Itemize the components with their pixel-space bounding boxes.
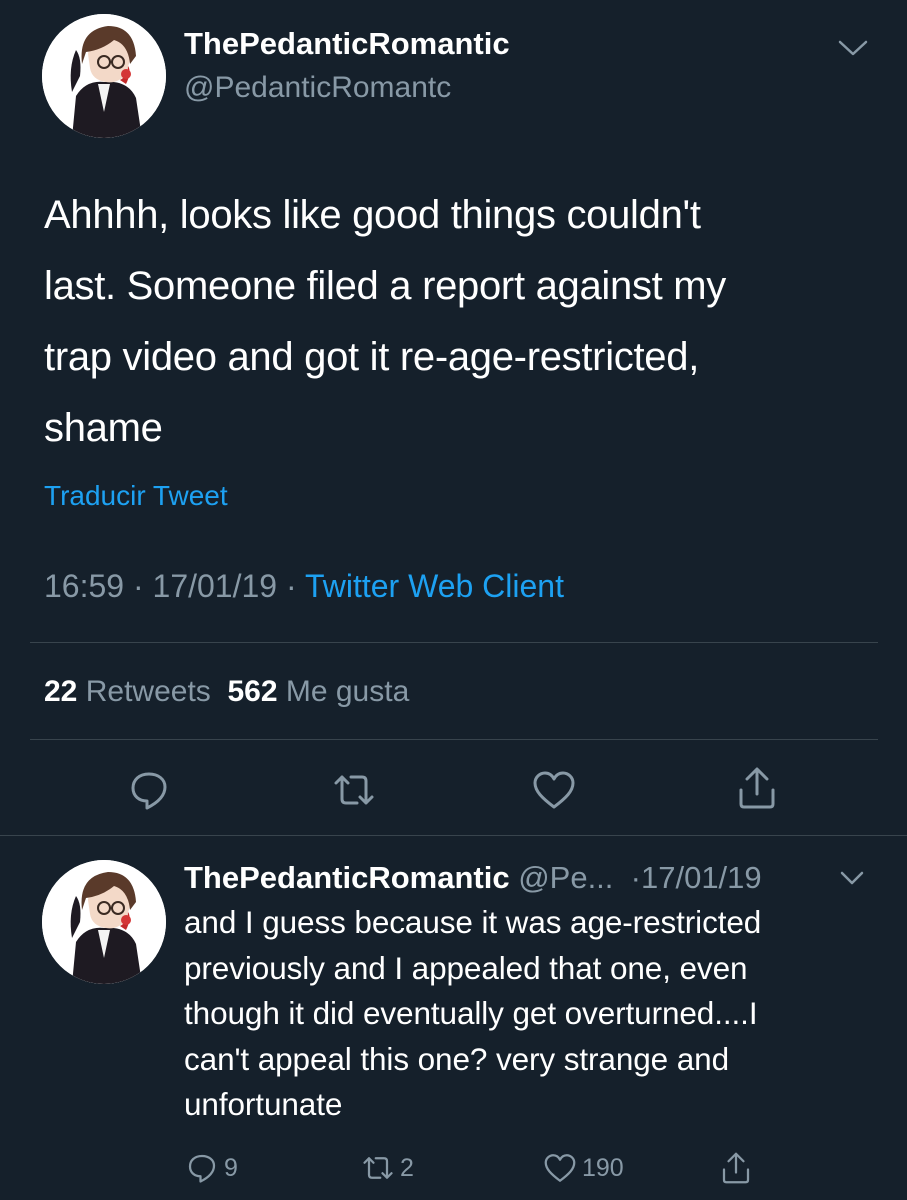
meta-separator: · bbox=[132, 568, 144, 604]
tweet-text-line: Ahhhh, looks like good things couldn't bbox=[44, 193, 701, 237]
reply-icon bbox=[188, 1154, 216, 1183]
author-name[interactable]: ThePedanticRomantic bbox=[184, 24, 510, 64]
reply-text-line: and I guess because it was age-restricte… bbox=[184, 904, 762, 940]
retweets-count: 22 bbox=[44, 675, 78, 708]
divider bbox=[30, 739, 878, 740]
tweet-text: Ahhhh, looks like good things couldn't l… bbox=[44, 180, 874, 464]
reply-text-line: though it did eventually get overturned.… bbox=[184, 995, 758, 1031]
reply-text-line: previously and I appealed that one, even bbox=[184, 949, 748, 986]
divider bbox=[30, 642, 878, 643]
share-icon bbox=[722, 1152, 750, 1184]
retweets-label: Retweets bbox=[85, 675, 211, 708]
tweet-meta: 16:59 · 17/01/19 · Twitter Web Client bbox=[44, 566, 564, 606]
tweet-text-line: shame bbox=[44, 406, 163, 450]
reply-share-button[interactable] bbox=[718, 1148, 754, 1188]
reply-author-handle[interactable]: @Pe... bbox=[518, 860, 613, 895]
reply-like-button[interactable]: 190 bbox=[542, 1148, 624, 1188]
retweet-count: 2 bbox=[400, 1153, 414, 1182]
tweet-client-link[interactable]: Twitter Web Client bbox=[305, 568, 564, 604]
reply-header: ThePedanticRomantic @Pe... ·17/01/19 bbox=[184, 856, 762, 900]
avatar[interactable] bbox=[42, 14, 166, 138]
share-icon[interactable] bbox=[733, 764, 781, 812]
meta-separator: · bbox=[285, 568, 297, 604]
author-handle[interactable]: @PedanticRomantc bbox=[184, 68, 451, 108]
reply-text: and I guess because it was age-restricte… bbox=[184, 900, 874, 1128]
reply-icon[interactable] bbox=[125, 766, 173, 814]
likes-stat[interactable]: 562 Me gusta bbox=[227, 675, 409, 708]
tweet-text-line: trap video and got it re-age-restricted, bbox=[44, 335, 700, 379]
avatar[interactable] bbox=[42, 860, 166, 984]
retweet-icon[interactable] bbox=[330, 766, 378, 814]
reply-count: 9 bbox=[224, 1153, 238, 1182]
tweet-text-line: last. Someone filed a report against my bbox=[44, 264, 726, 308]
chevron-down-icon[interactable] bbox=[836, 36, 870, 60]
tweet-stats: 22 Retweets 562 Me gusta bbox=[44, 672, 409, 712]
translate-tweet-link[interactable]: Traducir Tweet bbox=[44, 476, 228, 516]
retweet-icon bbox=[363, 1157, 393, 1179]
divider bbox=[0, 835, 907, 836]
like-icon bbox=[544, 1154, 576, 1182]
tweet-time: 16:59 bbox=[44, 568, 125, 604]
likes-label: Me gusta bbox=[285, 675, 410, 708]
reply-retweet-button[interactable]: 2 bbox=[360, 1148, 414, 1188]
reply-date[interactable]: ·17/01/19 bbox=[631, 860, 762, 895]
tweet-date: 17/01/19 bbox=[152, 568, 278, 604]
reply-reply-button[interactable]: 9 bbox=[184, 1148, 238, 1188]
reply-text-line: can't appeal this one? very strange and bbox=[184, 1040, 729, 1077]
chevron-down-icon[interactable] bbox=[838, 868, 866, 888]
reply-author-name[interactable]: ThePedanticRomantic bbox=[184, 860, 510, 895]
retweets-stat[interactable]: 22 Retweets bbox=[44, 675, 211, 708]
like-count: 190 bbox=[582, 1153, 624, 1182]
avatar-illustration bbox=[42, 860, 166, 984]
reply-text-line: unfortunate bbox=[184, 1086, 343, 1122]
avatar-illustration bbox=[42, 14, 166, 138]
like-icon[interactable] bbox=[530, 766, 578, 814]
likes-count: 562 bbox=[227, 675, 278, 708]
